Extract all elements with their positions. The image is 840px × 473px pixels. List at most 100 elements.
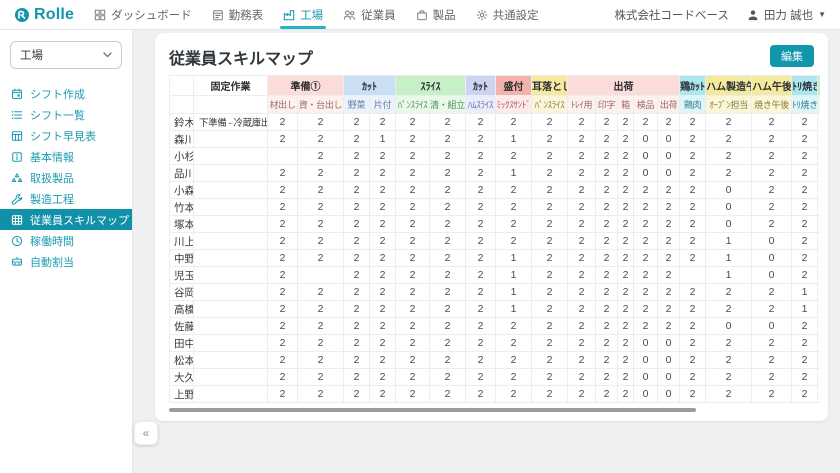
skill-level-cell: 2 (792, 267, 818, 284)
nav-item-factory[interactable]: 工場 (283, 0, 323, 29)
process-group-header-9: ハム午後 (752, 76, 792, 96)
employee-row: 中野222222212222222102 (170, 250, 821, 267)
sidebar-item-process[interactable]: 製造工程 (0, 188, 132, 209)
sidebar-item-shift-chart[interactable]: シフト早見表 (0, 125, 132, 146)
skill-level-cell: 2 (680, 148, 706, 165)
employee-row: 上野222222222222002222 (170, 386, 821, 403)
skill-column-header: 清・組立 (430, 96, 466, 114)
nav-item-label: 勤務表 (229, 7, 264, 23)
skill-level-cell: 2 (706, 369, 752, 386)
skill-level-cell: 2 (568, 233, 596, 250)
nav-right: 株式会社コードベース 田力 誠也 ▼ (614, 7, 826, 23)
skill-level-cell: 2 (430, 182, 466, 199)
sidebar-item-label: 取扱製品 (30, 170, 74, 186)
skill-level-cell: 2 (496, 318, 532, 335)
employee-row: 塚本222222222222222022 (170, 216, 821, 233)
skill-level-cell: 2 (430, 114, 466, 131)
employee-name: 川上 (170, 233, 194, 250)
skill-level-cell: 2 (344, 284, 370, 301)
skill-column-header: 出荷 (658, 96, 680, 114)
sidebar-collapse-button[interactable]: « (134, 421, 158, 445)
process-group-header-1: ｶｯﾄ (344, 76, 396, 96)
skill-level-cell: 0 (658, 165, 680, 182)
skill-level-cell: 2 (634, 216, 658, 233)
sidebar-item-operating-hours[interactable]: 稼働時間 (0, 230, 132, 251)
skill-level-cell: 2 (792, 148, 818, 165)
fixed-work-cell (194, 148, 268, 165)
skill-level-cell: 2 (680, 199, 706, 216)
edit-button[interactable]: 編集 (770, 45, 814, 67)
skill-map-table-container[interactable]: 固定作業準備①ｶｯﾄｽﾗｲｽｶｯﾄ盛付耳落とし出荷鶏ｶｯﾄハム製造午前ハム午後ﾄ… (169, 75, 820, 403)
nav-item-employees[interactable]: 従業員 (343, 0, 396, 29)
skill-level-cell: 2 (634, 267, 658, 284)
skill-level-cell: 2 (706, 114, 752, 131)
skill-level-cell: 2 (430, 216, 466, 233)
skill-level-cell: 2 (792, 318, 818, 335)
top-nav: Rolle ダッシュボード 勤務表 工場従業員製品共通設定 株式会社コードベース 田… (0, 0, 840, 30)
skill-level-cell: 2 (596, 233, 618, 250)
skill-level-cell: 2 (752, 165, 792, 182)
skill-level-cell: 2 (752, 301, 792, 318)
skill-level-cell: 2 (658, 199, 680, 216)
skill-level-cell: 2 (344, 182, 370, 199)
skill-level-cell: 2 (752, 386, 792, 403)
sidebar-item-basic-info[interactable]: 基本情報 (0, 146, 132, 167)
skill-level-cell: 0 (706, 199, 752, 216)
app-logo[interactable]: Rolle (14, 6, 74, 24)
skill-level-cell: 2 (298, 284, 344, 301)
skill-level-cell: 2 (396, 148, 430, 165)
skill-level-cell: 1 (496, 250, 532, 267)
sidebar-item-shift-create[interactable]: シフト作成 (0, 83, 132, 104)
cubes-icon (11, 172, 23, 184)
employee-row: 鈴木下準備 - 冷蔵庫出し222222222222222222 (170, 114, 821, 131)
skill-level-cell: 2 (496, 352, 532, 369)
skill-level-cell: 2 (370, 335, 396, 352)
sidebar-item-skill-map[interactable]: 従業員スキルマップ (0, 209, 132, 230)
skill-column-header: 片付 (370, 96, 396, 114)
horizontal-scrollbar[interactable] (169, 407, 820, 413)
skill-level-cell: 2 (268, 216, 298, 233)
skill-level-cell: 2 (568, 267, 596, 284)
process-group-header-2: ｽﾗｲｽ (396, 76, 466, 96)
employee-name: 森川 (170, 131, 194, 148)
skill-level-cell: 2 (268, 114, 298, 131)
dashboard-icon (94, 9, 106, 21)
skill-level-cell: 2 (792, 386, 818, 403)
sidebar-item-shift-list[interactable]: シフト一覧 (0, 104, 132, 125)
skill-level-cell: 2 (344, 301, 370, 318)
skill-level-cell: 2 (752, 199, 792, 216)
skill-level-cell: 2 (268, 301, 298, 318)
skill-level-cell: 2 (752, 148, 792, 165)
nav-item-schedule[interactable]: 勤務表 (212, 0, 264, 29)
employee-row: 松本222222222222002222 (170, 352, 821, 369)
grid-icon (11, 214, 23, 226)
fixed-work-subheader (194, 96, 268, 114)
horizontal-scrollbar-thumb[interactable] (169, 408, 696, 412)
skill-level-cell: 2 (658, 233, 680, 250)
factory-select[interactable]: 工場 (10, 41, 122, 69)
skill-level-cell: 2 (532, 216, 568, 233)
nav-item-products[interactable]: 製品 (416, 0, 456, 29)
fixed-work-cell (194, 165, 268, 182)
skill-level-cell: 2 (268, 369, 298, 386)
skill-level-cell: 2 (430, 301, 466, 318)
skill-level-cell: 2 (752, 352, 792, 369)
skill-level-cell: 2 (658, 250, 680, 267)
skill-level-cell: 2 (680, 165, 706, 182)
employee-name: 上野 (170, 386, 194, 403)
nav-item-dashboard[interactable]: ダッシュボード (94, 0, 192, 29)
products-icon (416, 9, 428, 21)
user-menu[interactable]: 田力 誠也 ▼ (747, 7, 826, 23)
skill-level-cell: 2 (680, 352, 706, 369)
nav-item-settings[interactable]: 共通設定 (476, 0, 539, 29)
skill-level-cell: 2 (618, 182, 634, 199)
skill-level-cell: 2 (466, 352, 496, 369)
fixed-work-cell: 下準備 - 冷蔵庫出し (194, 114, 268, 131)
sidebar-item-handled-products[interactable]: 取扱製品 (0, 167, 132, 188)
skill-level-cell: 2 (568, 216, 596, 233)
skill-level-cell: 0 (658, 148, 680, 165)
schedule-icon (212, 9, 224, 21)
sidebar-item-auto-assign[interactable]: 自動割当 (0, 251, 132, 272)
skill-level-cell: 2 (596, 199, 618, 216)
skill-level-cell: 2 (344, 250, 370, 267)
